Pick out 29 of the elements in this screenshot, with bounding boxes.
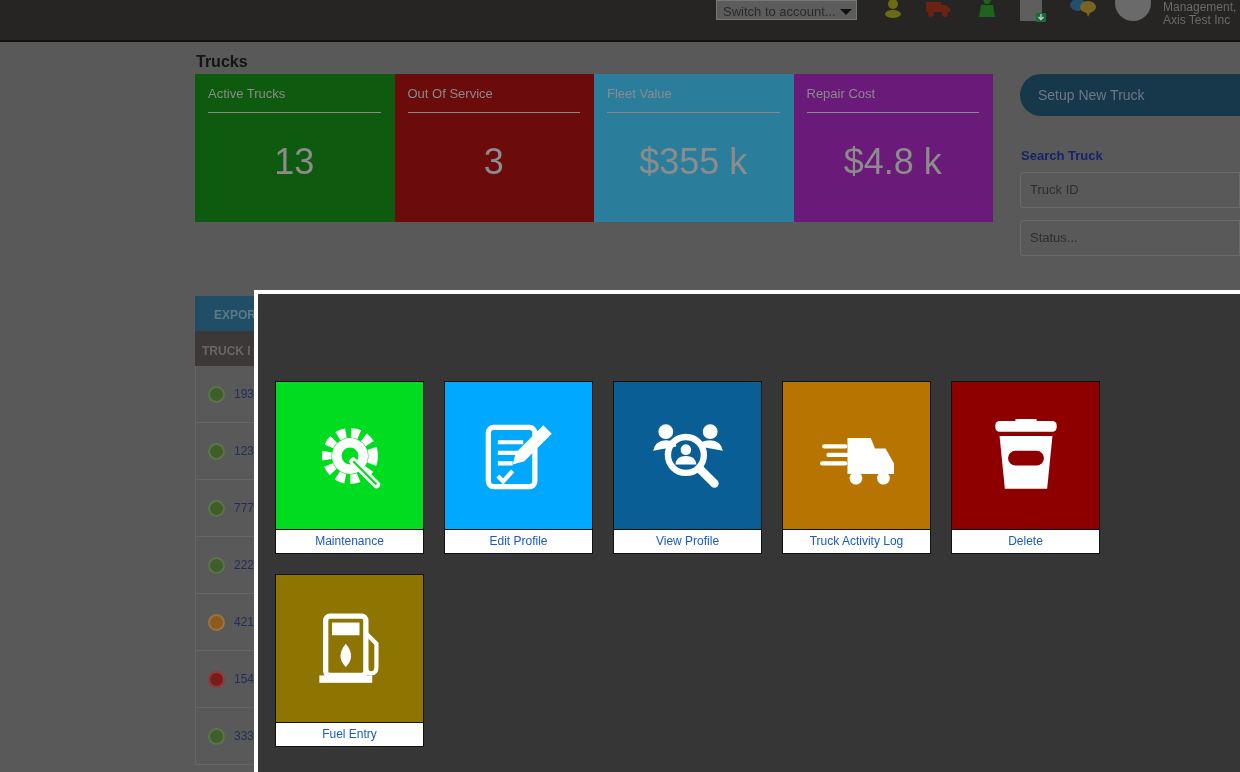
document-download-icon[interactable]: [1019, 0, 1047, 22]
stat-value: $4.8 k: [842, 139, 943, 184]
search-title: Search Truck: [1021, 147, 1104, 165]
truck-id-link[interactable]: 421: [234, 613, 255, 631]
action-tile[interactable]: Delete: [951, 381, 1100, 554]
action-tile[interactable]: View Profile: [613, 381, 762, 554]
person-icon[interactable]: [882, 0, 904, 18]
stat-label: Active Trucks: [208, 84, 381, 113]
stat-value: 13: [273, 139, 316, 184]
truck-id-link[interactable]: 193: [234, 385, 255, 403]
action-tile[interactable]: Fuel Entry: [275, 574, 424, 747]
chat-icon[interactable]: [1068, 0, 1098, 18]
user-name: Management, Axis Test Inc: [1163, 1, 1237, 27]
stat-value: $355 k: [638, 139, 749, 184]
truck-id-link[interactable]: 777: [234, 499, 255, 517]
action-tile[interactable]: Maintenance: [275, 381, 424, 554]
truck-id-link[interactable]: 123: [234, 442, 255, 460]
truck-id-link[interactable]: 222: [234, 556, 255, 574]
stat-label: Fleet Value: [607, 84, 780, 113]
stat-value: 3: [482, 139, 505, 184]
truck-id-link[interactable]: 154: [234, 670, 255, 688]
money-bag-icon[interactable]: [978, 0, 996, 18]
action-tile[interactable]: Edit Profile: [444, 381, 593, 554]
truck-id-link[interactable]: 333: [234, 727, 255, 745]
stat-label: Out Of Service: [407, 84, 580, 113]
stat-label: Repair Cost: [806, 84, 979, 113]
page-title: Trucks: [196, 52, 249, 72]
action-tile[interactable]: Truck Activity Log: [782, 381, 931, 554]
setup-new-truck-button[interactable]: Setup New Truck: [1020, 74, 1240, 116]
